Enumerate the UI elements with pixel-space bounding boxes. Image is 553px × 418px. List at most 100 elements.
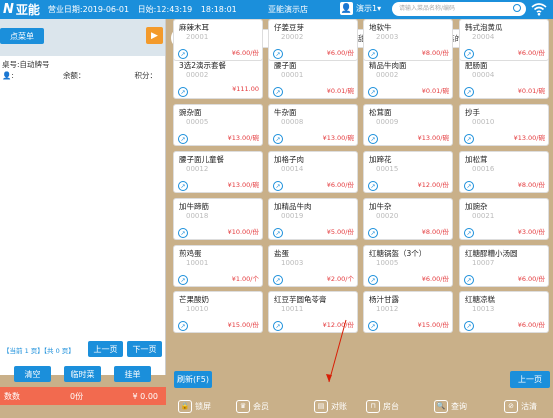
dish-card[interactable]: 韩式泡黄瓜 20004 ↗ ¥6.00/份 [459,19,549,61]
dish-detail-icon[interactable]: ↗ [368,275,378,285]
dish-detail-icon[interactable]: ↗ [273,275,283,285]
hang-order-button[interactable]: 挂单 [114,366,151,382]
dish-card[interactable]: 加牛杂 00020 ↗ ¥8.00/份 [363,198,453,240]
dish-detail-icon[interactable]: ↗ [273,87,283,97]
dish-name: 松茸面 [369,108,392,117]
dish-card[interactable]: 麻辣木耳 20001 ↗ ¥6.00/份 [173,19,263,61]
dish-detail-icon[interactable]: ↗ [273,134,283,144]
dish-card[interactable]: 红糖凉糕 10013 ↗ ¥6.00/份 [459,291,549,333]
business-date: 营业日期:2019-06-01 [47,5,130,14]
dish-detail-icon[interactable]: ↗ [178,134,188,144]
dish-detail-icon[interactable]: ↗ [273,181,283,191]
next-page-button[interactable]: 下一页 [127,341,162,357]
dish-card[interactable]: 盐蛋 10003 ↗ ¥2.00/个 [268,245,358,287]
dish-detail-icon[interactable]: ↗ [368,321,378,331]
dish-card[interactable]: 腰子面儿童餐 00012 ↗ ¥13.00/碗 [173,151,263,193]
dish-detail-icon[interactable]: ↗ [464,228,474,238]
user-menu[interactable]: 👤 演示1 ▾ [340,2,381,15]
sold-out-button[interactable]: ⊘ 沽清 [504,398,537,414]
dish-card[interactable]: 红糖醪糟小汤圆 10007 ↗ ¥6.00/份 [459,245,549,287]
temp-dish-button[interactable]: 临时菜 [64,366,101,382]
dish-name: 仔姜豆芽 [274,23,304,32]
dish-name: 加豌杂 [465,202,488,211]
query-button[interactable]: 🔍 查询 [434,398,467,414]
clear-button[interactable]: 清空 [14,366,51,382]
dish-card[interactable]: 加格子肉 00014 ↗ ¥6.00/份 [268,151,358,193]
dish-detail-icon[interactable]: ↗ [464,181,474,191]
dish-detail-icon[interactable]: ↗ [273,228,283,238]
dish-detail-icon[interactable]: ↗ [368,87,378,97]
dish-price: ¥6.00/份 [231,49,259,57]
dish-name: 芒果酸奶 [179,295,209,304]
dish-card[interactable]: 精品牛肉面 00002 ↗ ¥0.01/碗 [363,57,453,99]
toolbar-label: 对账 [331,401,347,411]
dish-detail-icon[interactable]: ↗ [368,134,378,144]
day-start-time: 日始:12:43:19 [137,5,193,14]
dish-detail-icon[interactable]: ↗ [273,49,283,59]
order-info: 桌号:自动牌号 👤: 余额： 积分： [0,56,165,84]
business-info: 营业日期:2019-06-01 日始:12:43:19 18:18:01 [48,4,243,15]
dish-code: 00012 [186,165,209,173]
dish-code: 10010 [186,305,209,313]
dish-price: ¥2.00/个 [326,275,354,283]
dish-detail-icon[interactable]: ↗ [464,87,474,97]
dish-detail-icon[interactable]: ↗ [464,134,474,144]
refresh-button[interactable]: 刷新(F5) [174,371,212,388]
room-table-button[interactable]: ⊓ 房台 [366,398,399,414]
search-icon[interactable] [513,4,521,12]
dish-card[interactable]: 腰子面 00001 ↗ ¥0.01/碗 [268,57,358,99]
lock-screen-button[interactable]: 🔒 锁屏 [178,398,211,414]
dish-detail-icon[interactable]: ↗ [464,321,474,331]
member-button[interactable]: ♛ 会员 [236,398,269,414]
order-list-button[interactable]: 点菜单 [0,28,44,44]
dish-detail-icon[interactable]: ↗ [368,181,378,191]
dish-detail-icon[interactable]: ↗ [178,275,188,285]
dish-card[interactable]: 3选2演示套餐 00002 ↗ ¥111.00 [173,57,263,99]
dish-price: ¥0.01/碗 [421,87,449,95]
dish-detail-icon[interactable]: ↗ [178,181,188,191]
dish-detail-icon[interactable]: ↗ [464,275,474,285]
dish-code: 00001 [281,71,304,79]
dish-card[interactable]: 加牛蹄筋 00018 ↗ ¥10.00/份 [173,198,263,240]
dish-detail-icon[interactable]: ↗ [368,228,378,238]
dish-card[interactable]: 地软牛 20003 ↗ ¥8.00/份 [363,19,453,61]
dish-card[interactable]: 牛杂面 00008 ↗ ¥13.00/碗 [268,104,358,146]
dish-detail-icon[interactable]: ↗ [178,228,188,238]
dish-price: ¥6.00/份 [517,49,545,57]
dish-card[interactable]: 煎鸡蛋 10001 ↗ ¥1.00/个 [173,245,263,287]
dish-card[interactable]: 松茸面 00009 ↗ ¥13.00/碗 [363,104,453,146]
dish-card[interactable]: 杨汁甘露 10012 ↗ ¥15.00/份 [363,291,453,333]
dish-card[interactable]: 肥肠面 00004 ↗ ¥0.01/碗 [459,57,549,99]
menu-page-button[interactable]: 上一页 [510,371,550,388]
search-input[interactable]: 请输入菜品名称/编码 [392,2,526,16]
dish-card[interactable]: 红豆芋圆龟苓膏 10011 ↗ ¥12.00/份 [268,291,358,333]
app-logo: N 亚能 [3,1,40,18]
dish-detail-icon[interactable]: ↗ [273,321,283,331]
dish-name: 韩式泡黄瓜 [465,23,503,32]
user-name: 演示1 [356,4,378,13]
dish-detail-icon[interactable]: ↗ [464,49,474,59]
summary-count-label: 数数 [4,391,20,401]
collapse-button[interactable]: ▶ [146,27,163,44]
crown-icon: ♛ [236,399,250,413]
dish-card[interactable]: 加精品牛肉 00019 ↗ ¥5.00/份 [268,198,358,240]
dish-price: ¥15.00/份 [227,321,259,329]
dish-card[interactable]: 加松茸 00016 ↗ ¥8.00/份 [459,151,549,193]
dish-name: 腰子面 [274,61,297,70]
dish-code: 00020 [376,212,399,220]
prev-page-button[interactable]: 上一页 [88,341,123,357]
dish-card[interactable]: 红糖锅盔（3个） 10005 ↗ ¥6.00/份 [363,245,453,287]
dish-card[interactable]: 抄手 00010 ↗ ¥13.00/碗 [459,104,549,146]
dish-detail-icon[interactable]: ↗ [178,87,188,97]
dish-detail-icon[interactable]: ↗ [178,49,188,59]
dish-card[interactable]: 仔姜豆芽 20002 ↗ ¥6.00/份 [268,19,358,61]
dish-card[interactable]: 豌杂面 00005 ↗ ¥13.00/碗 [173,104,263,146]
dish-card[interactable]: 加豌杂 00021 ↗ ¥3.00/份 [459,198,549,240]
dish-card[interactable]: 芒果酸奶 10010 ↗ ¥15.00/份 [173,291,263,333]
dish-card[interactable]: 加蹄花 00015 ↗ ¥12.00/份 [363,151,453,193]
reconcile-button[interactable]: ▤ 对账 [314,398,347,414]
dish-name: 精品牛肉面 [369,61,407,70]
dish-detail-icon[interactable]: ↗ [178,321,188,331]
dish-detail-icon[interactable]: ↗ [368,49,378,59]
points-label: 积分： [134,71,158,80]
